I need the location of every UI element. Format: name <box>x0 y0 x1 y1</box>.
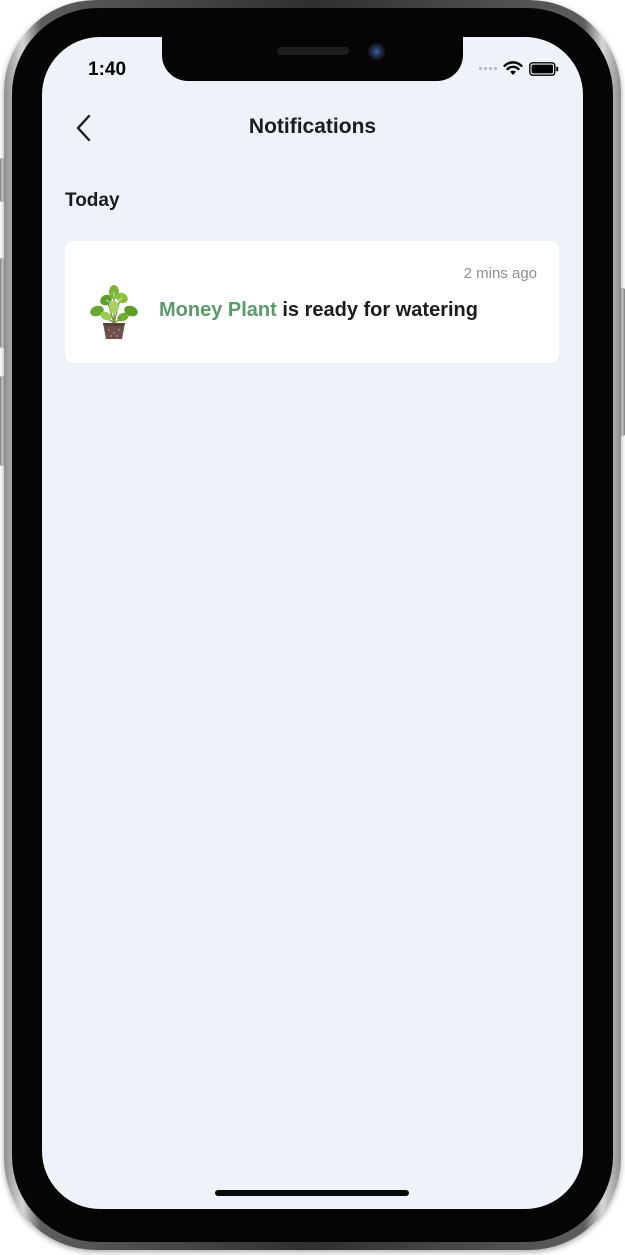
notification-time: 2 mins ago <box>463 265 537 282</box>
app-screen: 1:40 Notifications Today 2 mins ago Mone… <box>42 37 583 1209</box>
power-button <box>620 288 625 436</box>
front-camera <box>368 43 385 60</box>
notification-text: is ready for watering <box>276 299 478 321</box>
volume-up-button <box>0 258 5 348</box>
money-plant-icon <box>90 285 138 339</box>
mute-switch <box>0 158 5 202</box>
wifi-icon <box>503 61 523 75</box>
signal-bars-icon <box>479 67 497 70</box>
section-title-today: Today <box>65 190 120 211</box>
notch <box>162 37 463 81</box>
status-icons <box>479 61 559 76</box>
nav-bar: Notifications <box>42 111 583 147</box>
plant-name-link[interactable]: Money Plant <box>159 299 277 321</box>
notification-card[interactable]: 2 mins ago Money Plant is ready for wate… <box>65 241 559 363</box>
speaker-grille <box>277 47 349 55</box>
notification-message: Money Plant is ready for watering <box>159 299 478 322</box>
page-title: Notifications <box>248 115 377 138</box>
status-time: 1:40 <box>88 59 127 80</box>
battery-icon <box>529 61 559 76</box>
volume-down-button <box>0 376 5 466</box>
home-indicator[interactable] <box>215 1190 409 1196</box>
